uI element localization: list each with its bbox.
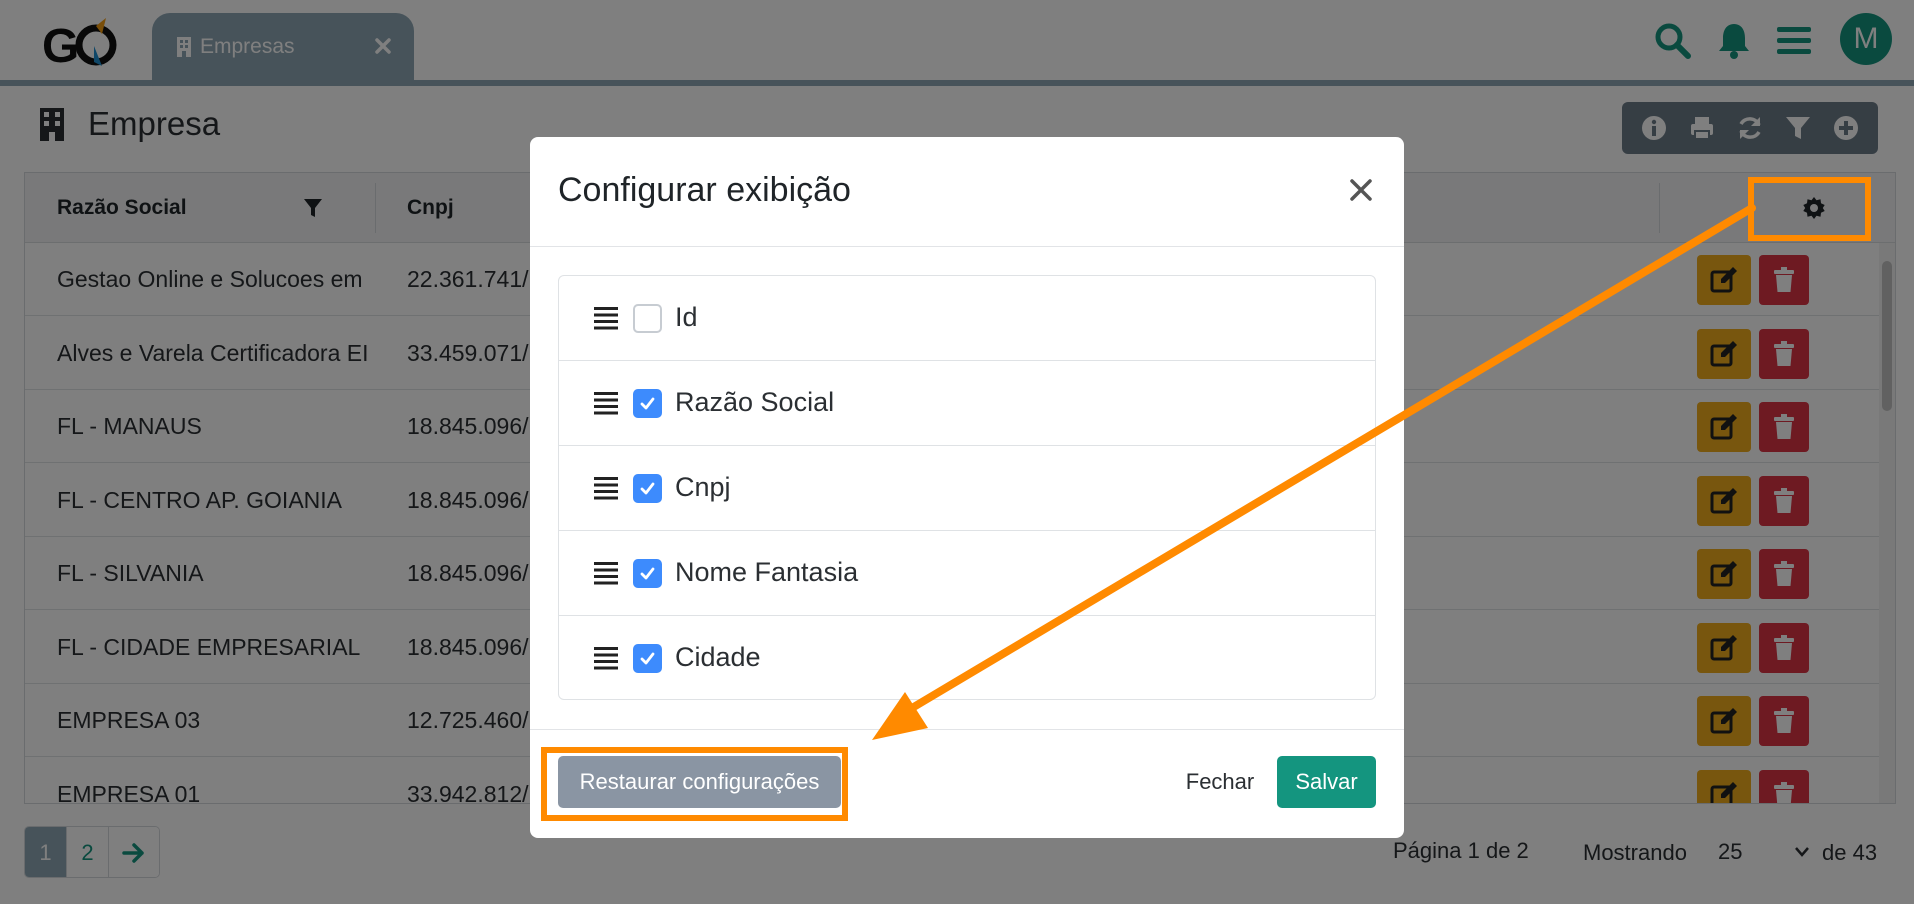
column-option-label: Razão Social xyxy=(675,387,835,417)
highlight-restore-button xyxy=(541,747,848,821)
column-option[interactable]: Nome Fantasia xyxy=(559,531,1375,616)
column-option-label: Cnpj xyxy=(675,472,731,502)
column-option-label: Nome Fantasia xyxy=(675,557,859,587)
highlight-settings-gear xyxy=(1748,177,1871,241)
drag-handle-icon[interactable] xyxy=(593,304,619,332)
column-checkbox[interactable] xyxy=(633,644,662,673)
column-checkbox[interactable] xyxy=(633,304,662,333)
configure-display-modal: Configurar exibição Id Razão Social Cnpj No… xyxy=(530,137,1404,838)
column-option[interactable]: Razão Social xyxy=(559,361,1375,446)
checkmark-icon xyxy=(640,567,655,580)
drag-handle-icon[interactable] xyxy=(593,389,619,417)
column-option[interactable]: Cnpj xyxy=(559,446,1375,531)
button-label: Salvar xyxy=(1295,769,1358,794)
button-label: Fechar xyxy=(1185,769,1255,794)
drag-handle-icon[interactable] xyxy=(593,559,619,587)
checkmark-icon xyxy=(640,652,655,665)
column-option-label: Id xyxy=(675,302,698,332)
drag-handle-icon[interactable] xyxy=(593,644,619,672)
column-checkbox[interactable] xyxy=(633,389,662,418)
checkmark-icon xyxy=(640,397,655,410)
column-checkbox[interactable] xyxy=(633,559,662,588)
modal-title: Configurar exibição xyxy=(558,171,851,209)
column-checkbox[interactable] xyxy=(633,474,662,503)
checkmark-icon xyxy=(640,482,655,495)
modal-header: Configurar exibição xyxy=(530,137,1404,247)
close-button[interactable]: Fechar xyxy=(1170,756,1270,808)
drag-handle-icon[interactable] xyxy=(593,474,619,502)
save-button[interactable]: Salvar xyxy=(1277,756,1376,808)
column-config-list: Id Razão Social Cnpj Nome Fantasia Cidade xyxy=(558,275,1376,700)
column-option[interactable]: Id xyxy=(559,276,1375,361)
column-option[interactable]: Cidade xyxy=(559,616,1375,699)
close-icon[interactable] xyxy=(1348,177,1374,203)
column-option-label: Cidade xyxy=(675,642,761,672)
